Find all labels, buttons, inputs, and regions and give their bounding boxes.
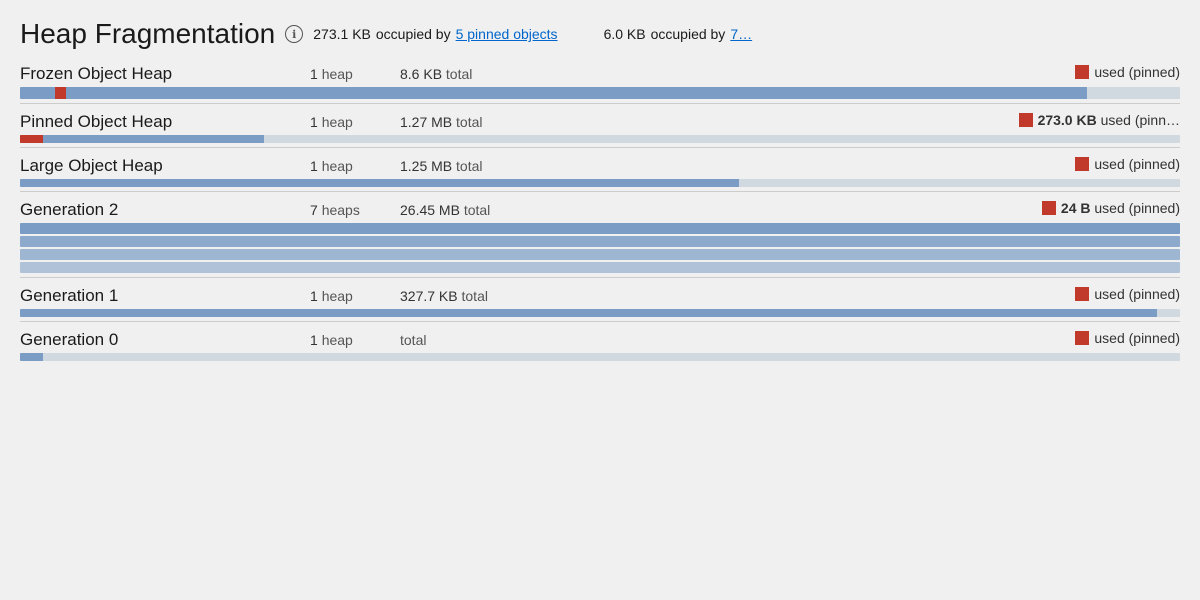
heap-name-0: Frozen Object Heap xyxy=(20,64,310,84)
heap-legend-4: used (pinned) xyxy=(1075,286,1180,302)
heap-legend-2: used (pinned) xyxy=(1075,156,1180,172)
right-stat-label: occupied by xyxy=(651,26,726,42)
right-stat-group: 6.0 KB occupied by 7… xyxy=(604,26,753,42)
heap-legend-1: 273.0 KB used (pinn… xyxy=(1019,112,1180,128)
legend-box-0 xyxy=(1075,65,1089,79)
legend-text-1: 273.0 KB used (pinn… xyxy=(1038,112,1180,128)
gen2-bar-row-3 xyxy=(20,262,1180,273)
legend-text-0: used (pinned) xyxy=(1094,64,1180,80)
bar-track-2 xyxy=(20,179,1180,187)
heap-header-row-1: Pinned Object Heap1 heap1.27 MB total 273… xyxy=(20,112,1180,132)
divider-0 xyxy=(20,103,1180,104)
heap-legend-3: 24 B used (pinned) xyxy=(1042,200,1180,216)
legend-box-3 xyxy=(1042,201,1056,215)
legend-text-2: used (pinned) xyxy=(1094,156,1180,172)
heap-size-2: 1.25 MB total xyxy=(400,158,1075,174)
page-title: Heap Fragmentation xyxy=(20,18,275,50)
left-stat-group: 273.1 KB occupied by 5 pinned objects xyxy=(313,26,557,42)
heap-section-5: Generation 01 heaptotal used (pinned) xyxy=(20,330,1180,361)
header-row: Heap Fragmentation ℹ 273.1 KB occupied b… xyxy=(20,18,1180,50)
gen2-bar-row-0 xyxy=(20,223,1180,234)
heap-header-row-0: Frozen Object Heap1 heap8.6 KB total used… xyxy=(20,64,1180,84)
legend-box-2 xyxy=(1075,157,1089,171)
divider-1 xyxy=(20,147,1180,148)
bar-used-fill-2 xyxy=(20,179,739,187)
bar-used-fill-0 xyxy=(20,87,1087,99)
bar-used-fill-1 xyxy=(20,135,264,143)
bar-used-fill-4 xyxy=(20,309,1157,317)
heap-fragmentation-page: Heap Fragmentation ℹ 273.1 KB occupied b… xyxy=(0,0,1200,600)
heap-section-1: Pinned Object Heap1 heap1.27 MB total 273… xyxy=(20,112,1180,148)
bar-track-4 xyxy=(20,309,1180,317)
bar-used-fill-5 xyxy=(20,353,43,361)
header-stats: 273.1 KB occupied by 5 pinned objects 6.… xyxy=(313,26,1180,42)
bar-pinned-fill-1 xyxy=(20,135,43,143)
heap-header-row-4: Generation 11 heap327.7 KB total used (pi… xyxy=(20,286,1180,306)
heap-legend-5: used (pinned) xyxy=(1075,330,1180,346)
heap-name-4: Generation 1 xyxy=(20,286,310,306)
right-stat-link[interactable]: 7… xyxy=(730,26,752,42)
heap-name-5: Generation 0 xyxy=(20,330,310,350)
left-stat-size: 273.1 KB xyxy=(313,26,371,42)
heap-size-1: 1.27 MB total xyxy=(400,114,1019,130)
gen2-bar-row-2 xyxy=(20,249,1180,260)
gen2-bar-row-1 xyxy=(20,236,1180,247)
bar-track-1 xyxy=(20,135,1180,143)
divider-3 xyxy=(20,277,1180,278)
right-stat-size: 6.0 KB xyxy=(604,26,646,42)
divider-4 xyxy=(20,321,1180,322)
heap-count-3: 7 heaps xyxy=(310,202,400,218)
bar-track-0 xyxy=(20,87,1180,99)
heap-size-3: 26.45 MB total xyxy=(400,202,1042,218)
gen2-bars-3 xyxy=(20,223,1180,273)
bar-track-5 xyxy=(20,353,1180,361)
heap-size-4: 327.7 KB total xyxy=(400,288,1075,304)
legend-box-5 xyxy=(1075,331,1089,345)
heap-section-0: Frozen Object Heap1 heap8.6 KB total used… xyxy=(20,64,1180,104)
heap-count-5: 1 heap xyxy=(310,332,400,348)
divider-2 xyxy=(20,191,1180,192)
heap-name-1: Pinned Object Heap xyxy=(20,112,310,132)
heap-size-5: total xyxy=(400,332,1075,348)
left-stat-link[interactable]: 5 pinned objects xyxy=(456,26,558,42)
heap-header-row-5: Generation 01 heaptotal used (pinned) xyxy=(20,330,1180,350)
heap-size-0: 8.6 KB total xyxy=(400,66,1075,82)
info-icon[interactable]: ℹ xyxy=(285,25,303,43)
heap-count-2: 1 heap xyxy=(310,158,400,174)
heap-header-row-2: Large Object Heap1 heap1.25 MB total used… xyxy=(20,156,1180,176)
left-stat-label: occupied by xyxy=(376,26,451,42)
heap-header-row-3: Generation 27 heaps26.45 MB total 24 B us… xyxy=(20,200,1180,220)
heap-legend-0: used (pinned) xyxy=(1075,64,1180,80)
legend-text-4: used (pinned) xyxy=(1094,286,1180,302)
heap-section-2: Large Object Heap1 heap1.25 MB total used… xyxy=(20,156,1180,192)
legend-text-3: 24 B used (pinned) xyxy=(1061,200,1180,216)
heap-count-1: 1 heap xyxy=(310,114,400,130)
heap-section-4: Generation 11 heap327.7 KB total used (pi… xyxy=(20,286,1180,322)
heap-count-4: 1 heap xyxy=(310,288,400,304)
heaps-container: Frozen Object Heap1 heap8.6 KB totalused… xyxy=(20,64,1180,361)
heap-count-0: 1 heap xyxy=(310,66,400,82)
bar-pinned-fill-0 xyxy=(55,87,67,99)
legend-text-5: used (pinned) xyxy=(1094,330,1180,346)
heap-name-2: Large Object Heap xyxy=(20,156,310,176)
heap-name-3: Generation 2 xyxy=(20,200,310,220)
legend-box-1 xyxy=(1019,113,1033,127)
legend-box-4 xyxy=(1075,287,1089,301)
heap-section-3: Generation 27 heaps26.45 MB total 24 B us… xyxy=(20,200,1180,278)
